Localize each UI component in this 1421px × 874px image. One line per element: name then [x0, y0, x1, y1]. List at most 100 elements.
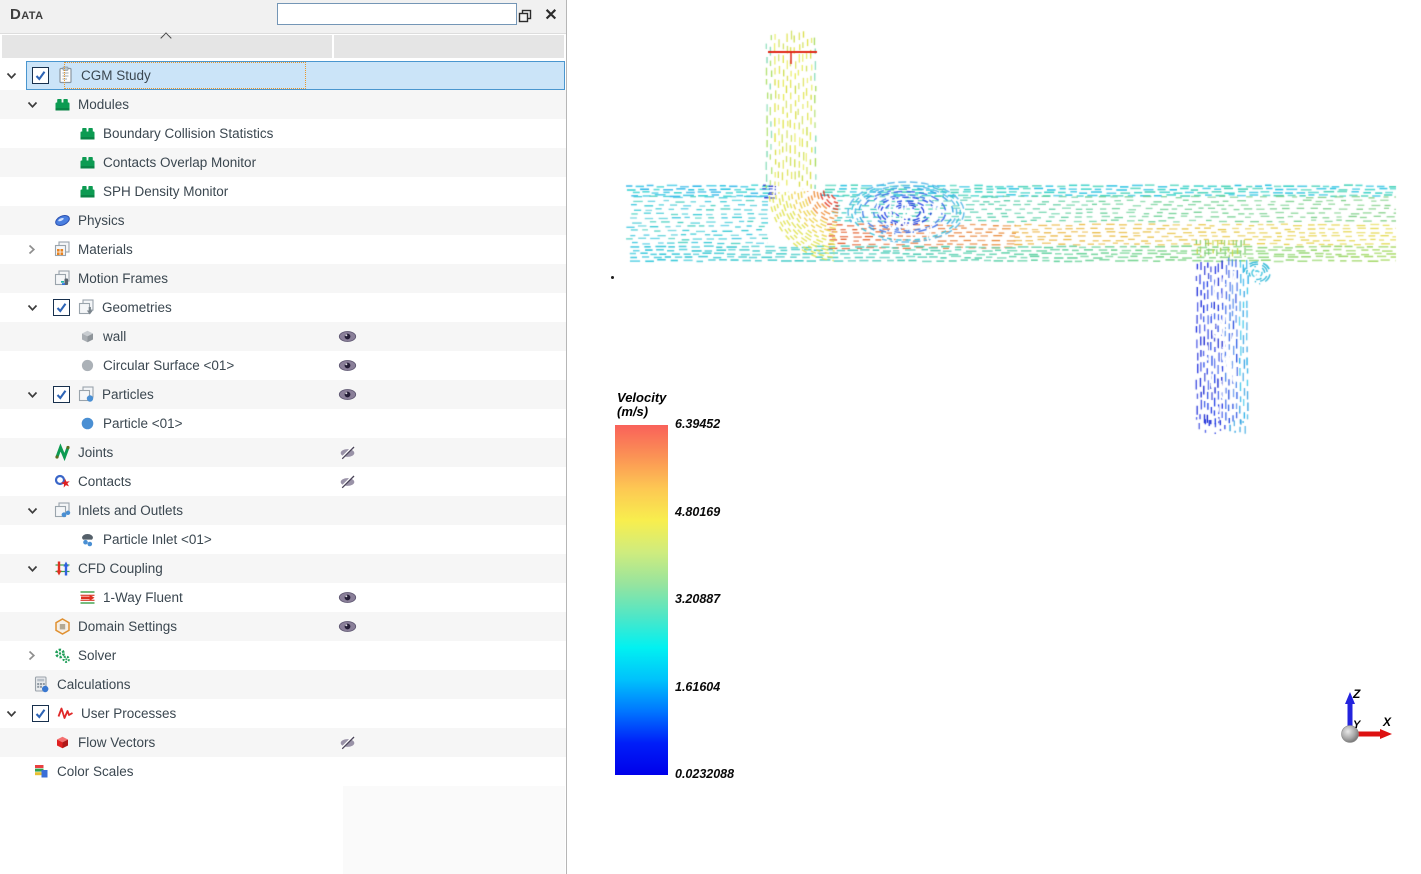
close-panel-icon[interactable]: ✕ — [540, 5, 562, 27]
tree-item-contacts[interactable]: Contacts — [0, 467, 566, 496]
x-axis-arrowhead — [1380, 729, 1392, 739]
viewport-dot-artifact — [611, 276, 614, 279]
module-icon — [53, 95, 72, 114]
visibility-on-icon[interactable] — [338, 358, 357, 373]
tree-item-flow-vectors[interactable]: Flow Vectors — [0, 728, 566, 757]
tree-item-label: wall — [103, 329, 126, 344]
tree-item-particle-inlet-01[interactable]: Particle Inlet <01> — [0, 525, 566, 554]
study-icon — [56, 66, 75, 85]
legend-title-text: Velocity — [617, 390, 666, 405]
legend-tick-0: 6.39452 — [675, 417, 720, 431]
checkbox-checked[interactable] — [32, 705, 49, 722]
visibility-on-icon[interactable] — [338, 387, 357, 402]
caret-spacer — [27, 734, 53, 752]
tree-item-modules[interactable]: Modules — [0, 90, 566, 119]
visibility-off-icon[interactable] — [338, 474, 357, 489]
tree-item-calculations[interactable]: Calculations — [0, 670, 566, 699]
inlets-icon — [53, 501, 72, 520]
y-axis-label: Y — [1353, 719, 1362, 731]
tree-item-label: Physics — [78, 213, 125, 228]
restore-window-icon — [518, 9, 532, 23]
legend-tick-2: 3.20887 — [675, 592, 720, 606]
tree-item-label: Color Scales — [57, 764, 134, 779]
data-panel: Data ✕ CGM Study Modules Boundary Collisio… — [0, 0, 567, 874]
solver-icon — [53, 646, 72, 665]
fluent-icon — [78, 588, 97, 607]
tree-item-joints[interactable]: Joints — [0, 438, 566, 467]
tree-item-label: SPH Density Monitor — [103, 184, 228, 199]
tree-item-inlets-and-outlets[interactable]: Inlets and Outlets — [0, 496, 566, 525]
tree-item-label: Domain Settings — [78, 619, 177, 634]
tree-item-label: Circular Surface <01> — [103, 358, 234, 373]
tree-item-label: Materials — [78, 242, 133, 257]
panel-titlebar: Data ✕ — [0, 0, 566, 34]
tree-item-cgm-study[interactable]: CGM Study — [0, 61, 566, 90]
tree-column-headers — [0, 34, 566, 60]
search-input[interactable] — [277, 3, 517, 25]
tree-item-label: Calculations — [57, 677, 131, 692]
tree-item-label: Geometries — [102, 300, 172, 315]
particle-inlet-icon — [78, 530, 97, 549]
visibility-off-icon[interactable] — [338, 735, 357, 750]
flow-vectors-icon — [53, 733, 72, 752]
visibility-on-icon[interactable] — [338, 329, 357, 344]
tree-item-contacts-overlap-monitor[interactable]: Contacts Overlap Monitor — [0, 148, 566, 177]
tree-item-solver[interactable]: Solver — [0, 641, 566, 670]
tree-item-user-processes[interactable]: User Processes — [0, 699, 566, 728]
tree-item-geometries[interactable]: Geometries — [0, 293, 566, 322]
module-icon — [78, 124, 97, 143]
chevron-down-icon[interactable] — [27, 299, 53, 317]
project-tree: CGM Study Modules Boundary Collision Stati… — [0, 61, 566, 786]
sort-ascending-icon[interactable] — [162, 31, 171, 40]
tree-item-label: Particle Inlet <01> — [103, 532, 212, 547]
visibility-on-icon[interactable] — [338, 619, 357, 634]
color-scale-bar — [615, 425, 668, 775]
chevron-down-icon[interactable] — [27, 386, 53, 404]
tree-item-label: Contacts — [78, 474, 131, 489]
caret-spacer — [6, 676, 32, 694]
caret-spacer — [27, 212, 53, 230]
color-scale-ticks: 6.394524.801693.208871.616040.0232088 — [675, 425, 765, 775]
tree-column-header-visibility[interactable] — [334, 35, 564, 58]
tree-item-materials[interactable]: Materials — [0, 235, 566, 264]
chevron-right-icon[interactable] — [27, 241, 53, 259]
tree-item-label: Solver — [78, 648, 116, 663]
chevron-down-icon[interactable] — [6, 705, 32, 723]
float-panel-icon[interactable] — [514, 5, 536, 27]
tree-item-domain-settings[interactable]: Domain Settings — [0, 612, 566, 641]
chevron-down-icon[interactable] — [27, 502, 53, 520]
tree-item-cfd-coupling[interactable]: CFD Coupling — [0, 554, 566, 583]
tree-item-color-scales[interactable]: Color Scales — [0, 757, 566, 786]
chevron-down-icon[interactable] — [27, 560, 53, 578]
tree-item-motion-frames[interactable]: Motion Frames — [0, 264, 566, 293]
tree-item-label: Modules — [78, 97, 129, 112]
tree-item-particles[interactable]: Particles — [0, 380, 566, 409]
panel-title: Data — [10, 6, 43, 23]
tree-item-boundary-collision-statistics[interactable]: Boundary Collision Statistics — [0, 119, 566, 148]
chevron-down-icon[interactable] — [27, 96, 53, 114]
checkbox-checked[interactable] — [53, 299, 70, 316]
tree-item-wall[interactable]: wall — [0, 322, 566, 351]
tree-item-label: Joints — [78, 445, 113, 460]
tree-item-sph-density-monitor[interactable]: SPH Density Monitor — [0, 177, 566, 206]
visibility-off-icon[interactable] — [338, 445, 357, 460]
chevron-down-icon[interactable] — [6, 67, 32, 85]
materials-icon — [53, 240, 72, 259]
chevron-right-icon[interactable] — [27, 647, 53, 665]
checkbox-checked[interactable] — [32, 67, 49, 84]
visibility-on-icon[interactable] — [338, 590, 357, 605]
tree-item-label: CFD Coupling — [78, 561, 163, 576]
tree-column-header-main[interactable] — [2, 35, 332, 58]
geometries-icon — [77, 298, 96, 317]
caret-spacer — [27, 444, 53, 462]
tree-item-1-way-fluent[interactable]: 1-Way Fluent — [0, 583, 566, 612]
checkbox-checked[interactable] — [53, 386, 70, 403]
tree-item-physics[interactable]: Physics — [0, 206, 566, 235]
color-scales-icon — [32, 762, 51, 781]
tree-item-particle-01[interactable]: Particle <01> — [0, 409, 566, 438]
module-icon — [78, 153, 97, 172]
tree-item-circular-surface-01[interactable]: Circular Surface <01> — [0, 351, 566, 380]
caret-spacer — [27, 473, 53, 491]
tree-item-label: Boundary Collision Statistics — [103, 126, 273, 141]
wall-icon — [78, 327, 97, 346]
